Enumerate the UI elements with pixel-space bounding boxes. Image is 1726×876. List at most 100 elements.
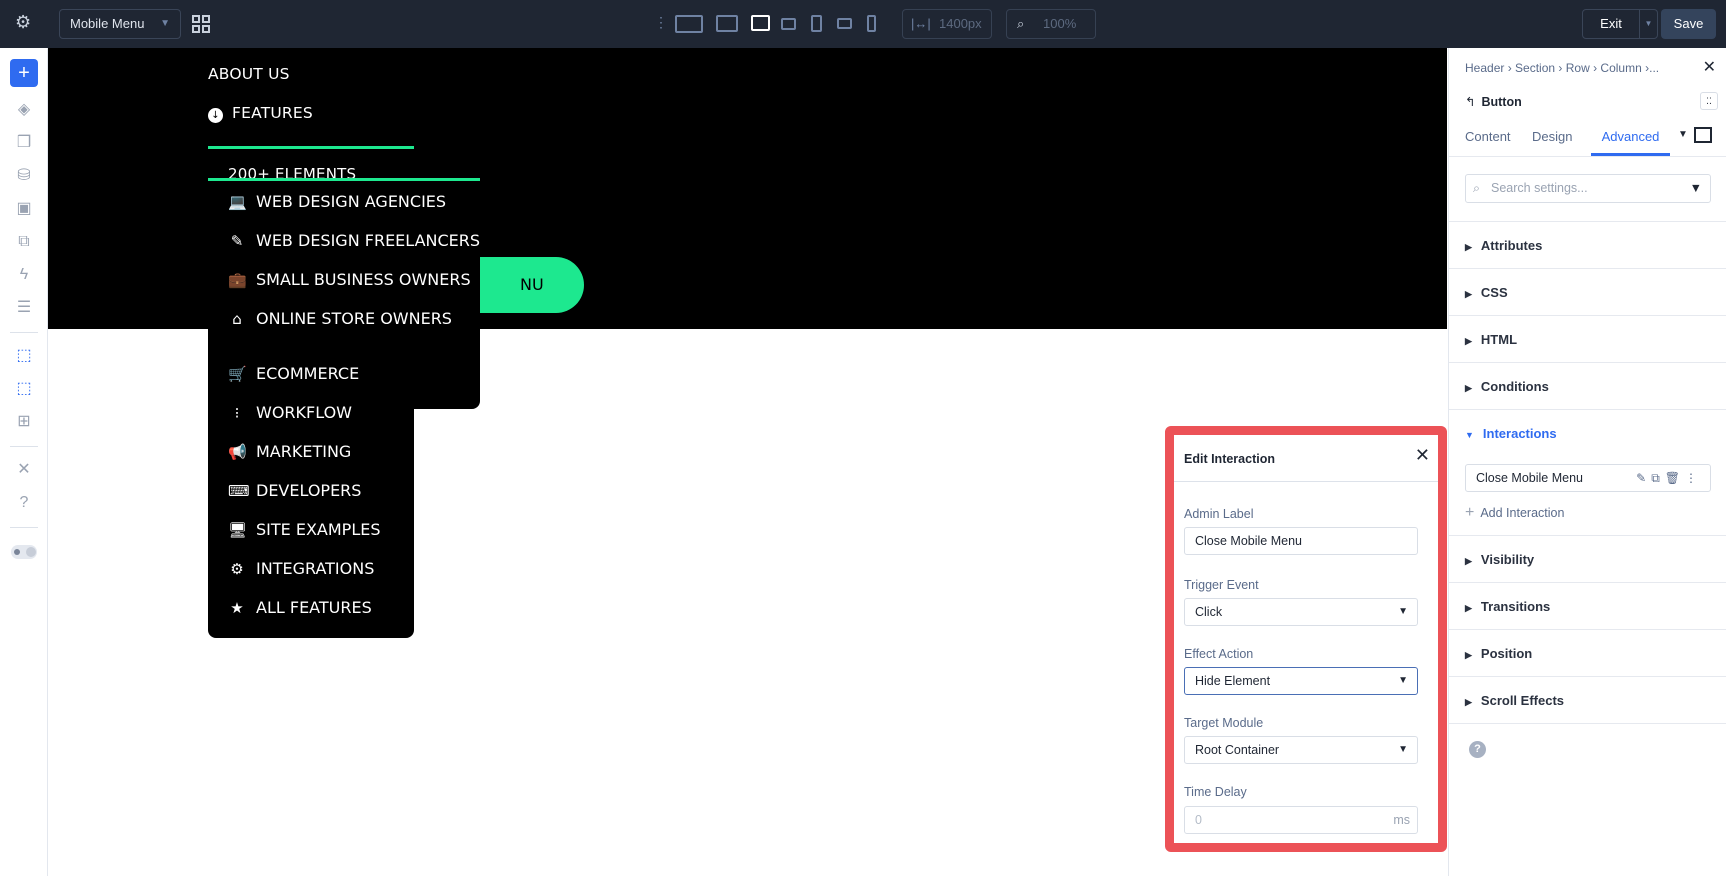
pages-icon[interactable]: ⧉ [12, 230, 36, 254]
window-icon[interactable] [1694, 127, 1712, 143]
back-arrow-icon[interactable]: ↰ [1465, 95, 1475, 109]
template-preview-icon[interactable]: ⊞ [12, 410, 36, 434]
breadcrumb-section[interactable]: Section [1515, 61, 1555, 75]
time-delay-input[interactable]: 0 ms [1184, 806, 1418, 834]
laptop-icon[interactable] [751, 15, 770, 31]
add-interaction-button[interactable]: + Add Interaction [1465, 498, 1564, 528]
section-position[interactable]: ▶ Position [1449, 630, 1726, 677]
features-label: FEATURES [232, 104, 313, 122]
edit-interaction-popup: Edit Interaction ✕ Admin Label Close Mob… [1165, 426, 1447, 852]
section-html[interactable]: ▶ HTML [1449, 316, 1726, 363]
divider [1449, 156, 1726, 157]
click-interaction-icon[interactable]: ⬚ [12, 344, 36, 368]
submenu-item[interactable]: ✎ WEB DESIGN FREELANCERS [228, 231, 480, 250]
section-visibility[interactable]: ▶ Visibility [1449, 536, 1726, 583]
close-icon[interactable]: ✕ [1415, 445, 1430, 466]
tablet-icon[interactable] [811, 15, 822, 32]
phone-icon[interactable] [867, 15, 876, 32]
tablet-landscape-icon[interactable] [781, 18, 796, 30]
active-underline [208, 146, 414, 149]
grid-view-icon[interactable] [192, 15, 210, 33]
page-select[interactable]: Mobile Menu ▼ [59, 9, 181, 39]
effect-action-select[interactable]: Hide Element ▼ [1184, 667, 1418, 695]
database-icon[interactable]: ⛁ [12, 164, 36, 188]
trash-icon: 🗑 [1664, 471, 1685, 485]
target-module-select[interactable]: Root Container ▼ [1184, 736, 1418, 764]
zoom-search-icon: ⌕ [1017, 16, 1025, 31]
canvas-width-field[interactable]: |↔| 1400px [902, 9, 992, 39]
exit-dropdown-button[interactable]: ▼ [1639, 9, 1658, 39]
breadcrumb-header[interactable]: Header [1465, 61, 1504, 75]
menu-item[interactable]: ⚙ INTEGRATIONS [228, 559, 374, 578]
section-interactions[interactable]: ▼ Interactions Close Mobile Menu ✎⧉🗑⋮ + Ad… [1449, 410, 1726, 536]
breadcrumb-row[interactable]: Row [1566, 61, 1590, 75]
tab-advanced[interactable]: Advanced [1591, 118, 1670, 156]
close-panel-icon[interactable]: ✕ [1703, 57, 1716, 77]
cart-icon: 🛒 [228, 364, 247, 383]
divider [10, 527, 38, 528]
tools-icon[interactable]: ✕ [12, 458, 36, 482]
unit-label: ms [1393, 813, 1410, 827]
menu-item[interactable]: ⁝ WORKFLOW [228, 403, 352, 422]
search-icon: ⌕ [1473, 181, 1481, 195]
menu-item[interactable]: 🛒 ECOMMERCE [228, 364, 359, 383]
section-attributes[interactable]: ▶ Attributes [1449, 222, 1726, 269]
desktop-wide-icon[interactable] [675, 15, 703, 33]
more-icon: ⋮ [1685, 471, 1702, 485]
menu-item[interactable]: 📢 MARKETING [228, 442, 351, 461]
layers-icon[interactable]: ◈ [12, 98, 36, 122]
divider [1174, 481, 1438, 482]
trigger-event-select[interactable]: Click ▼ [1184, 598, 1418, 626]
section-scroll-effects[interactable]: ▶ Scroll Effects [1449, 677, 1726, 724]
section-conditions[interactable]: ▶ Conditions [1449, 363, 1726, 410]
arrow-down-circle-icon: ↓ [208, 108, 223, 123]
lightning-icon[interactable]: ϟ [12, 263, 36, 287]
tab-design[interactable]: Design [1532, 129, 1572, 144]
menu-item-200-elements[interactable]: 200+ ELEMENTS [228, 165, 356, 178]
menu-item[interactable]: 🖥 SITE EXAMPLES [228, 520, 381, 539]
interaction-item[interactable]: Close Mobile Menu ✎⧉🗑⋮ [1465, 464, 1711, 492]
menu-item-features[interactable]: ↓ FEATURES [208, 104, 313, 123]
caret-down-icon[interactable]: ▼ [1678, 129, 1688, 140]
section-css[interactable]: ▶ CSS [1449, 269, 1726, 316]
more-vertical-icon[interactable]: ⋮ [654, 14, 668, 31]
breadcrumb-more[interactable]: ... [1649, 61, 1659, 75]
add-element-button[interactable]: + [10, 59, 38, 87]
theme-toggle[interactable] [11, 545, 37, 559]
section-transitions[interactable]: ▶ Transitions [1449, 583, 1726, 630]
popup-title: Edit Interaction [1184, 452, 1275, 466]
caret-right-icon: ▶ [1465, 336, 1472, 346]
store-icon: ⌂ [232, 309, 242, 328]
interaction-actions[interactable]: ✎⧉🗑⋮ [1636, 465, 1702, 491]
breadcrumb-column[interactable]: Column [1600, 61, 1641, 75]
breadcrumb: Header › Section › Row › Column ›... [1465, 61, 1660, 75]
submenu-item[interactable]: 💻 WEB DESIGN AGENCIES [228, 192, 446, 211]
menu-item[interactable]: ⌨ DEVELOPERS [228, 481, 361, 500]
duplicate-icon: ⧉ [1651, 471, 1665, 485]
list-icon[interactable]: ☰ [12, 296, 36, 320]
menu-item[interactable]: ★ ALL FEATURES [228, 598, 371, 617]
admin-label-input[interactable]: Close Mobile Menu [1184, 527, 1418, 555]
menu-item-about-us[interactable]: ABOUT US [208, 65, 290, 83]
caret-right-icon: ▶ [1465, 650, 1472, 660]
desktop-icon[interactable] [716, 15, 738, 32]
settings-gear-icon[interactable]: ⚙ [15, 12, 31, 33]
help-icon[interactable]: ? [12, 491, 36, 515]
zoom-field[interactable]: ⌕ 100% [1006, 9, 1096, 39]
submenu-item[interactable]: ⌂ ONLINE STORE OWNERS [228, 309, 452, 328]
tab-content[interactable]: Content [1465, 129, 1511, 144]
submenu-item[interactable]: 💼 SMALL BUSINESS OWNERS [228, 270, 471, 289]
theme-builder-icon[interactable]: ❒ [12, 131, 36, 155]
filter-icon[interactable]: ▼ [1690, 175, 1702, 202]
search-settings-input[interactable]: ⌕ Search settings... ▼ [1465, 174, 1711, 203]
caret-down-icon: ▼ [1398, 606, 1408, 617]
help-circle-icon[interactable]: ? [1469, 741, 1486, 758]
form-icon[interactable]: ▣ [12, 197, 36, 221]
exit-button[interactable]: Exit [1582, 9, 1640, 39]
preset-icon[interactable]: ⁚⁚ [1700, 92, 1718, 110]
phone-landscape-icon[interactable] [837, 18, 852, 29]
active-interaction-icon[interactable]: ⬚ [12, 377, 36, 401]
save-button[interactable]: Save [1661, 9, 1716, 39]
width-value: 1400px [939, 16, 982, 31]
page-select-value: Mobile Menu [70, 16, 145, 31]
